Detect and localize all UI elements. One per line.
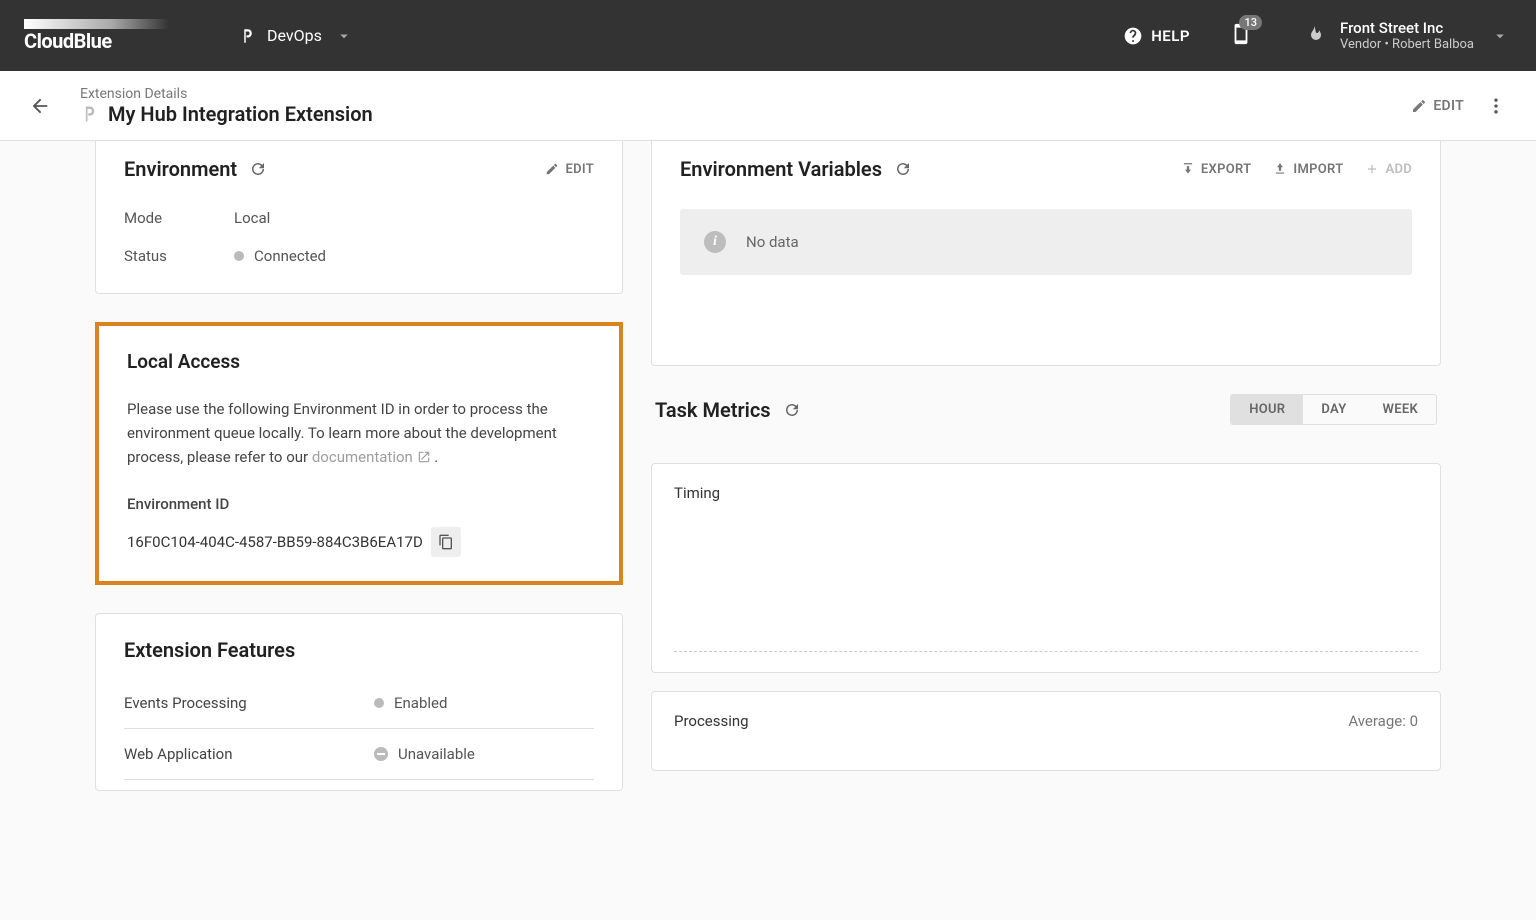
unavailable-dot-icon — [374, 747, 388, 761]
content-area: Environment EDIT Mode Local Status Conne… — [0, 141, 1536, 831]
refresh-button[interactable] — [249, 160, 267, 178]
timing-title: Timing — [674, 484, 1418, 502]
company-subtitle: Vendor • Robert Balboa — [1340, 37, 1474, 52]
no-data-label: No data — [746, 233, 799, 251]
feature-status: Unavailable — [398, 745, 475, 763]
mode-value: Local — [234, 209, 270, 227]
feature-row: Events Processing Enabled — [124, 678, 594, 729]
status-dot-icon — [234, 251, 244, 261]
task-metrics-title: Task Metrics — [655, 398, 771, 422]
kebab-icon — [1486, 96, 1506, 116]
mode-label: Mode — [124, 209, 234, 227]
notifications-count: 13 — [1239, 15, 1262, 30]
header-edit-button[interactable]: EDIT — [1411, 98, 1464, 114]
import-button[interactable]: IMPORT — [1273, 162, 1343, 177]
export-label: EXPORT — [1201, 162, 1252, 177]
environment-edit-button[interactable]: EDIT — [545, 162, 594, 177]
local-access-title: Local Access — [127, 350, 591, 373]
metrics-range-toggle: HOUR DAY WEEK — [1230, 394, 1437, 425]
env-vars-title: Environment Variables — [680, 157, 882, 181]
pencil-icon — [545, 162, 559, 176]
upload-icon — [1273, 162, 1287, 176]
company-name: Front Street Inc — [1340, 19, 1474, 37]
help-icon — [1123, 26, 1143, 46]
feature-name: Events Processing — [124, 694, 374, 712]
add-label: ADD — [1385, 162, 1412, 177]
devops-icon — [239, 27, 257, 45]
range-week-button[interactable]: WEEK — [1364, 395, 1436, 424]
environment-card: Environment EDIT Mode Local Status Conne… — [95, 141, 623, 294]
processing-average: Average: 0 — [1348, 712, 1418, 730]
status-dot-icon — [374, 698, 384, 708]
documentation-link[interactable]: documentation — [312, 448, 431, 466]
no-data-banner: i No data — [680, 209, 1412, 275]
import-label: IMPORT — [1293, 162, 1343, 177]
env-vars-card: Environment Variables EXPORT IMPORT — [651, 141, 1441, 366]
external-link-icon — [417, 447, 431, 461]
environment-edit-label: EDIT — [565, 162, 594, 177]
processing-card: Processing Average: 0 — [651, 691, 1441, 771]
feature-name: Web Application — [124, 745, 374, 763]
info-icon: i — [704, 231, 726, 253]
brand-word: CloudBlue — [24, 29, 169, 53]
copy-icon — [438, 534, 454, 550]
chart-gridline — [674, 651, 1418, 652]
status-value: Connected — [254, 247, 326, 265]
environment-card-title: Environment — [124, 157, 237, 181]
refresh-button[interactable] — [783, 401, 801, 419]
copy-button[interactable] — [431, 527, 461, 557]
page-title: My Hub Integration Extension — [108, 102, 373, 126]
feature-row: Web Application Unavailable — [124, 729, 594, 780]
brand-logo[interactable]: CloudBlue — [24, 19, 169, 53]
download-icon — [1181, 162, 1195, 176]
add-button[interactable]: ADD — [1365, 162, 1412, 177]
environment-id-label: Environment ID — [127, 495, 591, 513]
processing-title: Processing — [674, 712, 749, 730]
account-switcher[interactable]: Front Street Inc Vendor • Robert Balboa — [1302, 19, 1512, 52]
timing-card: Timing — [651, 463, 1441, 673]
extension-icon — [80, 104, 100, 124]
notifications-button[interactable]: 13 — [1230, 23, 1252, 49]
page-header: Extension Details My Hub Integration Ext… — [0, 71, 1536, 141]
pencil-icon — [1411, 98, 1427, 114]
top-bar: CloudBlue DevOps HELP 13 Front Street In… — [0, 0, 1536, 71]
range-hour-button[interactable]: HOUR — [1231, 395, 1303, 424]
local-access-card: Local Access Please use the following En… — [95, 322, 623, 585]
task-metrics-section: Task Metrics HOUR DAY WEEK Timing Proces — [651, 394, 1441, 771]
breadcrumb: Extension Details — [80, 86, 373, 102]
plus-icon — [1365, 162, 1379, 176]
export-button[interactable]: EXPORT — [1181, 162, 1252, 177]
environment-id-value: 16F0C104-404C-4587-BB59-884C3B6EA17D — [127, 533, 423, 551]
module-switcher[interactable]: DevOps — [239, 24, 356, 48]
local-access-description: Please use the following Environment ID … — [127, 397, 591, 469]
brand-gradient — [24, 19, 169, 29]
help-label: HELP — [1151, 27, 1190, 45]
features-card: Extension Features Events Processing Ena… — [95, 613, 623, 791]
header-edit-label: EDIT — [1433, 98, 1464, 114]
company-logo-icon — [1302, 24, 1326, 48]
chevron-down-icon — [332, 24, 356, 48]
help-button[interactable]: HELP — [1123, 26, 1190, 46]
features-title: Extension Features — [124, 638, 295, 662]
refresh-button[interactable] — [894, 160, 912, 178]
range-day-button[interactable]: DAY — [1303, 395, 1364, 424]
status-label: Status — [124, 247, 234, 265]
feature-status: Enabled — [394, 694, 447, 712]
header-more-button[interactable] — [1476, 86, 1516, 126]
chevron-down-icon — [1488, 24, 1512, 48]
module-label: DevOps — [267, 26, 322, 45]
back-button[interactable] — [20, 86, 60, 126]
